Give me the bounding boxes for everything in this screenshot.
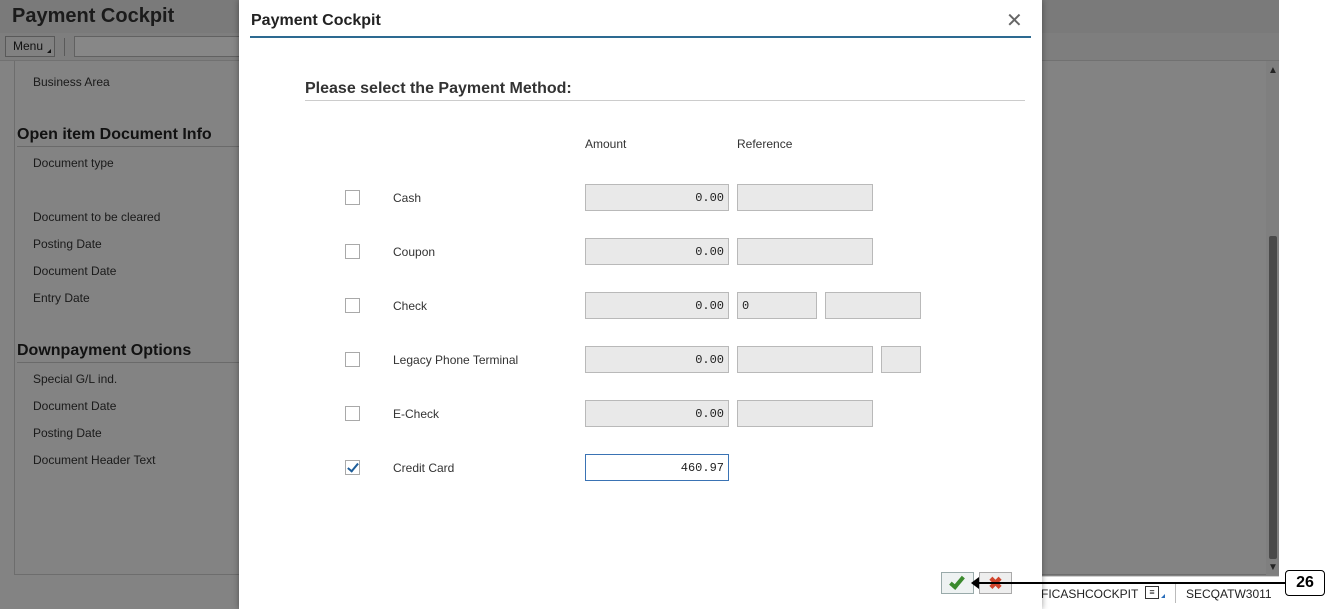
checkbox-legacy-phone-terminal[interactable] bbox=[345, 352, 360, 367]
column-header-reference: Reference bbox=[737, 137, 793, 151]
column-header-amount: Amount bbox=[585, 137, 627, 151]
reference-field-cash[interactable] bbox=[737, 184, 873, 211]
amount-field-legacy-phone-terminal[interactable]: 0.00 bbox=[585, 346, 729, 373]
label-e-check: E-Check bbox=[393, 407, 440, 421]
status-bar: FICASHCOCKPIT ≡ SECQATW3011 bbox=[1041, 576, 1279, 609]
annotation-arrow-icon bbox=[971, 577, 979, 589]
label-coupon: Coupon bbox=[393, 245, 436, 259]
checkbox-e-check[interactable] bbox=[345, 406, 360, 421]
status-transaction-code: FICASHCOCKPIT bbox=[1041, 587, 1139, 601]
close-icon[interactable]: ✕ bbox=[1006, 11, 1023, 31]
checkbox-credit-card[interactable] bbox=[345, 460, 360, 475]
label-check: Check bbox=[393, 299, 428, 313]
reference-field-e-check[interactable] bbox=[737, 400, 873, 427]
title-underline bbox=[250, 36, 1031, 38]
heading-divider bbox=[305, 100, 1025, 101]
dropdown-arrow-icon[interactable] bbox=[1161, 594, 1165, 598]
dialog-heading: Please select the Payment Method: bbox=[305, 80, 572, 97]
checkbox-check[interactable] bbox=[345, 298, 360, 313]
status-system-name: SECQATW3011 bbox=[1186, 587, 1272, 601]
label-legacy-phone-terminal: Legacy Phone Terminal bbox=[393, 353, 519, 367]
checkbox-cash[interactable] bbox=[345, 190, 360, 205]
label-credit-card: Credit Card bbox=[393, 461, 455, 475]
confirm-button[interactable] bbox=[941, 572, 974, 594]
status-separator bbox=[1175, 583, 1176, 603]
annotation-step-badge: 26 bbox=[1285, 570, 1325, 596]
reference-field-coupon[interactable] bbox=[737, 238, 873, 265]
checkbox-coupon[interactable] bbox=[345, 244, 360, 259]
annotation-line bbox=[975, 582, 1285, 584]
reference-field-check-extra[interactable] bbox=[825, 292, 921, 319]
reference-field-legacy-phone-terminal[interactable] bbox=[737, 346, 873, 373]
checkmark-icon bbox=[949, 573, 965, 590]
reference-field-check[interactable]: 0 bbox=[737, 292, 817, 319]
amount-field-check[interactable]: 0.00 bbox=[585, 292, 729, 319]
dialog-title: Payment Cockpit bbox=[251, 12, 381, 29]
reference-field-legacy-phone-terminal-extra[interactable] bbox=[881, 346, 921, 373]
system-info-icon[interactable]: ≡ bbox=[1145, 586, 1159, 599]
amount-field-coupon[interactable]: 0.00 bbox=[585, 238, 729, 265]
amount-field-cash[interactable]: 0.00 bbox=[585, 184, 729, 211]
label-cash: Cash bbox=[393, 191, 422, 205]
amount-field-credit-card[interactable]: 460.97 bbox=[585, 454, 729, 481]
payment-method-dialog: Payment Cockpit ✕ Please select the Paym… bbox=[239, 0, 1042, 609]
amount-field-e-check[interactable]: 0.00 bbox=[585, 400, 729, 427]
